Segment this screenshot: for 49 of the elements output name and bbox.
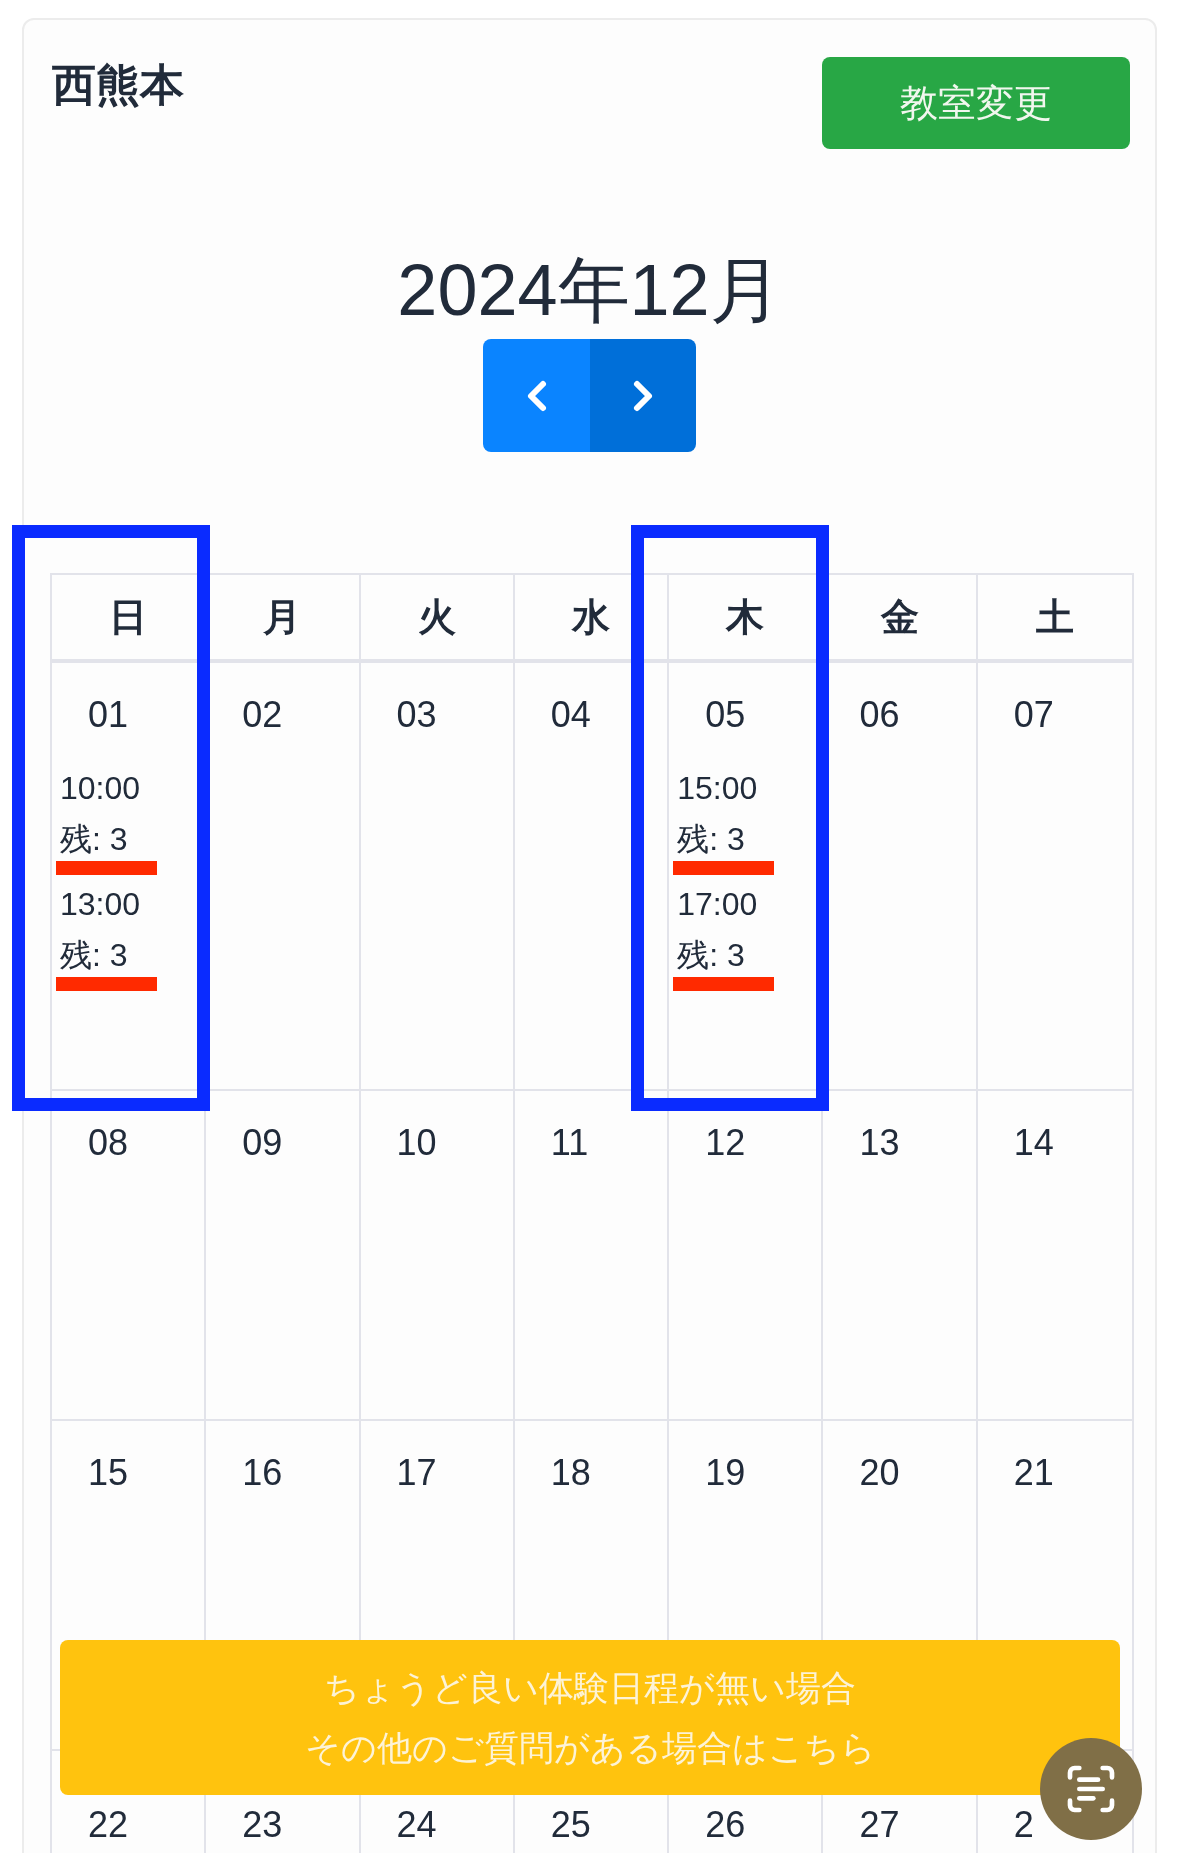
- date-number: 10: [396, 1121, 437, 1165]
- weekday-header: 火: [360, 575, 515, 659]
- slot-time[interactable]: 17:00: [677, 875, 758, 933]
- school-name: 西熊本: [52, 59, 184, 111]
- date-number: 22: [88, 1803, 129, 1847]
- date-number: 08: [88, 1121, 129, 1165]
- month-title: 2024年12月: [397, 249, 782, 332]
- date-number: 15: [88, 1451, 129, 1495]
- date-number: 19: [705, 1451, 746, 1495]
- weekday-header: 金: [823, 575, 978, 659]
- date-number: 24: [396, 1803, 437, 1847]
- date-number: 06: [859, 693, 900, 737]
- date-number: 18: [550, 1451, 591, 1495]
- date-number: 05: [705, 693, 746, 737]
- banner-text-line: ちょうど良い体験日程が無い場合: [324, 1666, 856, 1709]
- slot-remaining[interactable]: 残: 3: [677, 933, 745, 977]
- next-month-button[interactable]: [590, 339, 696, 452]
- date-number: 02: [242, 693, 283, 737]
- weekday-header: 水: [514, 575, 670, 659]
- date-number: 25: [550, 1803, 591, 1847]
- date-number: 21: [1013, 1451, 1054, 1495]
- date-number: 03: [396, 693, 437, 737]
- slot-remaining[interactable]: 残: 3: [677, 817, 745, 861]
- date-number: 13: [859, 1121, 900, 1165]
- weekday-header: 木: [669, 575, 824, 659]
- date-number: 14: [1013, 1121, 1054, 1165]
- date-number: 20: [859, 1451, 900, 1495]
- weekday-header: 土: [1034, 594, 1075, 640]
- date-number: 16: [242, 1451, 283, 1495]
- banner-text-line: その他のご質問がある場合はこちら: [304, 1726, 876, 1769]
- date-number: 01: [88, 693, 129, 737]
- date-number: 17: [396, 1451, 437, 1495]
- slot-remaining[interactable]: 残: 3: [60, 817, 128, 861]
- weekday-header: 月: [206, 575, 361, 659]
- date-number: 27: [859, 1803, 900, 1847]
- date-number: 26: [705, 1803, 746, 1847]
- slot-remaining[interactable]: 残: 3: [60, 933, 128, 977]
- date-number: 11: [550, 1121, 589, 1165]
- previous-month-button[interactable]: [483, 339, 590, 452]
- weekday-header: 日: [52, 575, 207, 659]
- slot-time[interactable]: 15:00: [677, 759, 758, 817]
- date-number: 23: [242, 1803, 283, 1847]
- date-number: 12: [705, 1121, 746, 1165]
- date-number: 09: [242, 1121, 283, 1165]
- date-number: 04: [550, 693, 591, 737]
- slot-time[interactable]: 13:00: [60, 875, 141, 933]
- date-number: 2: [1013, 1803, 1034, 1847]
- date-number: 07: [1013, 693, 1054, 737]
- slot-time[interactable]: 10:00: [60, 759, 141, 817]
